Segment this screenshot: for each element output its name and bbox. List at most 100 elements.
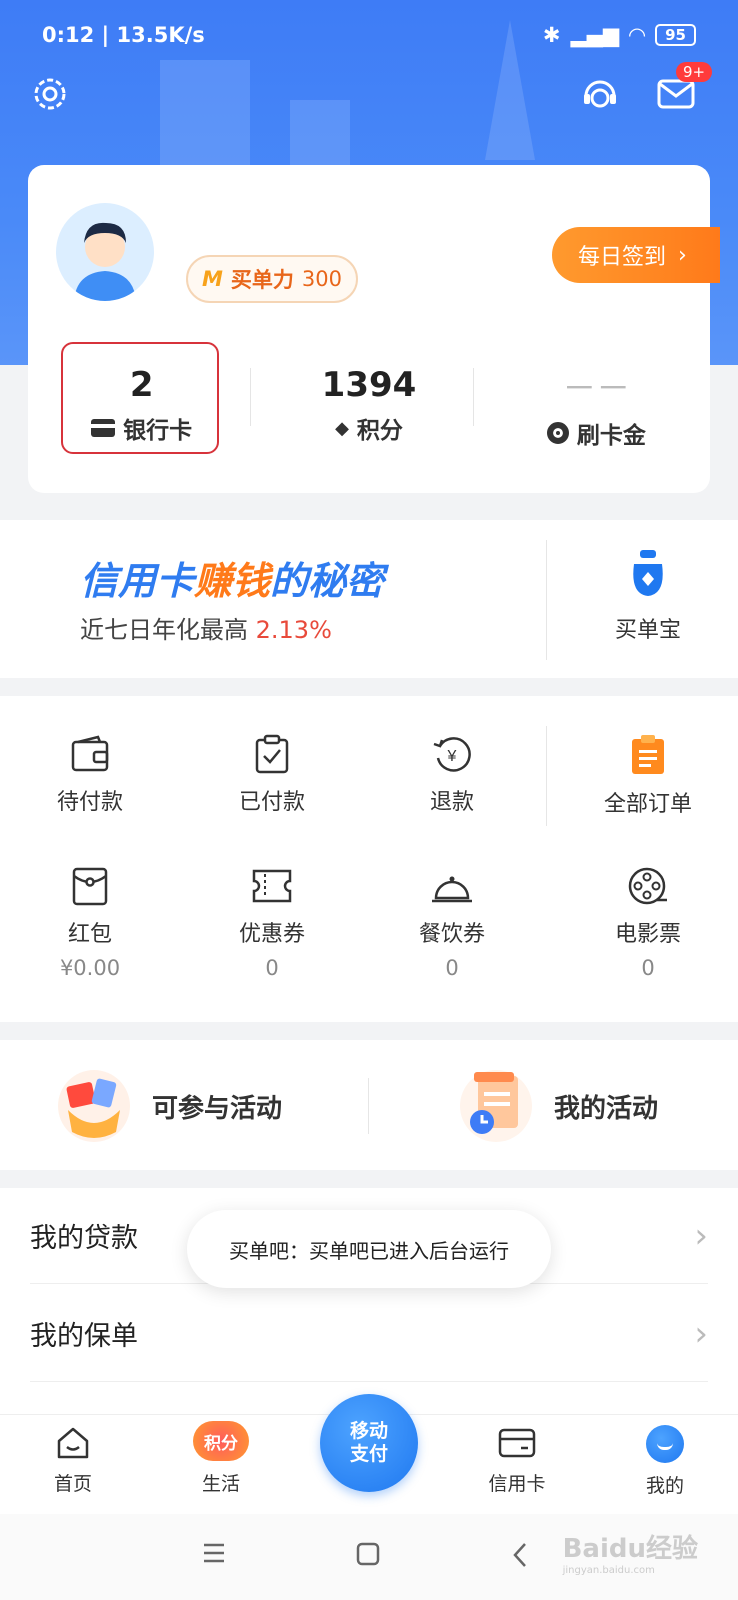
tab-life[interactable]: 积分 生活: [166, 1421, 276, 1496]
message-mail-icon[interactable]: 9+: [654, 62, 713, 116]
all-orders[interactable]: 全部订单: [568, 734, 728, 818]
profile-card: M 买单力 300 每日签到 › 2 银行卡 1394 ◆ 积分 －－ 刷卡金: [28, 165, 720, 493]
daily-checkin-button[interactable]: 每日签到 ›: [552, 227, 720, 283]
order-refund[interactable]: ¥ 退款: [372, 734, 532, 816]
activity-label: 我的活动: [554, 1093, 659, 1124]
bluetooth-icon: ✱: [542, 23, 561, 47]
banner-subtitle-text: 近七日年化最高: [80, 616, 248, 644]
pay-label-line1: 移动: [349, 1420, 388, 1442]
order-label: 全部订单: [603, 792, 692, 817]
side-label: 买单宝: [614, 618, 681, 643]
avatar[interactable]: [56, 203, 154, 301]
credit-card-icon: [498, 1428, 536, 1458]
asset-dining-voucher[interactable]: 餐饮券 0: [372, 866, 532, 980]
power-label: 买单力: [230, 268, 294, 292]
order-label: 待付款: [56, 790, 123, 815]
status-time-speed: 0:12 | 13.5K/s: [42, 23, 205, 47]
checkin-label: 每日签到: [578, 245, 667, 270]
asset-label: 优惠券: [238, 922, 305, 947]
coupon-icon: [252, 869, 292, 903]
banner-subtitle: 近七日年化最高 2.13%: [80, 610, 332, 645]
order-label: 退款: [429, 790, 474, 815]
asset-label: 电影票: [614, 922, 681, 947]
chevron-right-icon: ›: [678, 242, 687, 268]
asset-label: 红包: [67, 922, 112, 947]
order-paid[interactable]: 已付款: [192, 734, 352, 816]
orders-icon: [632, 735, 664, 774]
stat-label: 积分: [356, 418, 403, 444]
pay-label-line2: 支付: [349, 1443, 388, 1465]
divider: [250, 368, 251, 426]
red-packet-icon: [72, 867, 108, 906]
tab-label: 生活: [201, 1473, 240, 1495]
asset-label: 餐饮券: [418, 922, 485, 947]
tab-label: 首页: [53, 1473, 92, 1495]
available-activities[interactable]: 可参与活动: [58, 1070, 282, 1142]
stat-bank-cards[interactable]: 2 银行卡: [28, 342, 255, 460]
menu-icon[interactable]: [202, 1542, 226, 1568]
settings-gear-icon[interactable]: [28, 72, 72, 116]
watermark-sub: jingyan.baidu.com: [562, 1565, 655, 1576]
clipboard-check-icon: [255, 734, 289, 774]
asset-coupon[interactable]: 优惠券 0: [192, 866, 352, 980]
mobile-pay-button[interactable]: 移动 支付: [320, 1394, 418, 1492]
svg-text:¥: ¥: [447, 748, 457, 765]
promo-banner[interactable]: 信用卡赚钱的秘密 近七日年化最高 2.13% 买单宝: [0, 520, 738, 678]
purchasing-power-badge[interactable]: M 买单力 300: [186, 255, 358, 303]
toast-message: 买单吧：买单吧已进入后台运行: [187, 1210, 551, 1288]
signal-icon: ▂▄▆: [570, 23, 619, 47]
divider: [368, 1078, 369, 1134]
banner-title: 信用卡赚钱的秘密: [80, 550, 384, 605]
wifi-icon: ◠: [628, 23, 646, 47]
list-item-label: 我的贷款: [30, 1223, 138, 1254]
stats-row: 2 银行卡 1394 ◆ 积分 －－ 刷卡金: [28, 342, 710, 460]
order-label: 已付款: [238, 790, 305, 815]
home-icon: [57, 1427, 89, 1459]
card-icon: [91, 419, 116, 437]
divider: [473, 368, 474, 426]
asset-value: 0: [641, 956, 655, 980]
stat-value: －－: [562, 368, 631, 409]
power-logo-icon: M: [202, 267, 223, 291]
dining-icon: [432, 876, 472, 903]
battery-indicator: 95: [655, 24, 696, 46]
order-pending-payment[interactable]: 待付款: [10, 734, 170, 816]
asset-value: ¥0.00: [59, 956, 121, 980]
banner-title-highlight: 赚钱: [194, 559, 271, 603]
tab-home[interactable]: 首页: [18, 1425, 128, 1496]
stat-points[interactable]: 1394 ◆ 积分: [255, 350, 482, 460]
wallet-icon: [71, 735, 109, 772]
stat-value: 2: [129, 365, 154, 405]
gift-box-icon: [58, 1070, 130, 1142]
list-item-label: 我的保单: [30, 1321, 138, 1352]
asset-movie-ticket[interactable]: 电影票 0: [568, 866, 728, 980]
stat-label: 银行卡: [123, 418, 193, 444]
divider: [546, 726, 547, 826]
tab-credit-card[interactable]: 信用卡: [462, 1425, 572, 1496]
divider: [546, 540, 547, 660]
my-activities[interactable]: 我的活动: [460, 1070, 658, 1142]
power-value: 300: [301, 267, 342, 291]
building-decoration: [290, 100, 350, 170]
diamond-icon: ◆: [335, 417, 349, 439]
customer-service-icon[interactable]: [578, 72, 622, 116]
stat-value: 1394: [321, 365, 417, 405]
tab-mine[interactable]: 我的: [610, 1425, 720, 1498]
back-icon[interactable]: [512, 1542, 528, 1572]
list-item-my-policies[interactable]: 我的保单 ›: [30, 1286, 708, 1382]
banner-title-part: 信用卡: [80, 559, 195, 603]
coin-icon: [546, 421, 569, 444]
activity-label: 可参与活动: [152, 1093, 283, 1124]
message-badge: 9+: [676, 62, 713, 82]
orders-assets-section: 待付款 已付款 ¥ 退款 全部订单 红包 ¥0.00 优惠券 0 餐饮券 0 电…: [0, 696, 738, 1022]
asset-red-packet[interactable]: 红包 ¥0.00: [10, 866, 170, 980]
points-badge-icon: 积分: [193, 1421, 249, 1461]
stat-label: 刷卡金: [576, 422, 646, 449]
activities-section: 可参与活动 我的活动: [0, 1040, 738, 1170]
asset-value: 0: [445, 956, 459, 980]
maidanbao-entry[interactable]: 买单宝: [598, 548, 698, 644]
stat-cashback[interactable]: －－ 刷卡金: [483, 350, 710, 460]
home-square-icon[interactable]: [356, 1542, 380, 1570]
money-bag-icon: [633, 550, 663, 596]
status-bar: 0:12 | 13.5K/s ✱ ▂▄▆ ◠ 95: [42, 18, 696, 52]
